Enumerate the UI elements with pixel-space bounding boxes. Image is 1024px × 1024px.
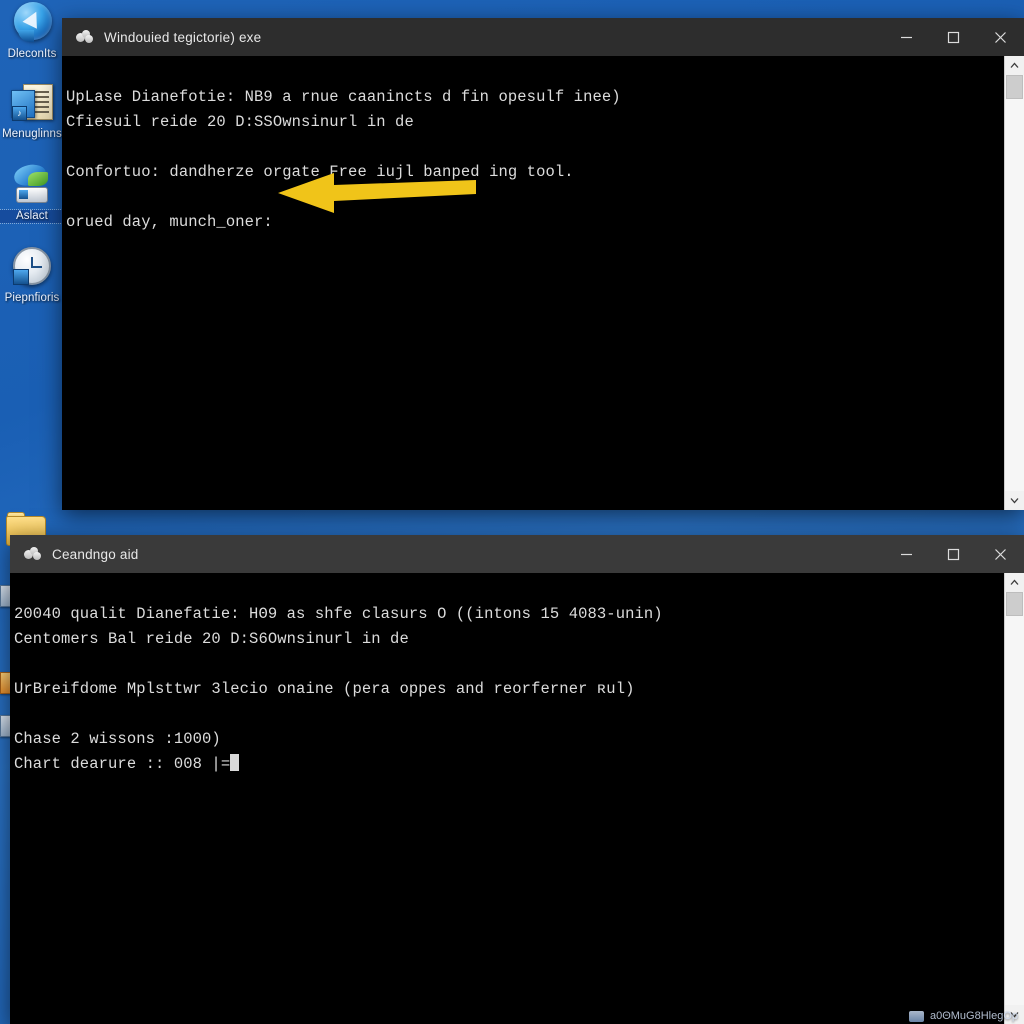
recycle-disc-icon	[8, 2, 56, 46]
desktop-icon-label: Menuglinns	[2, 128, 62, 140]
window1-titlebar[interactable]: Windouied tegictorie) exe	[62, 18, 1024, 56]
console-app-icon	[76, 29, 94, 45]
scrollbar-thumb[interactable]	[1006, 75, 1023, 99]
console-line: Chase 2 wissons :1000)	[14, 730, 221, 748]
watermark-icon	[908, 1010, 924, 1022]
window2-title: Ceandngo aid	[52, 546, 139, 562]
console-app-icon	[24, 546, 42, 562]
window1-console-text: UpLase Dianefotie: NB9 a rnue caanincts …	[66, 60, 1002, 260]
desktop-icon-recycle[interactable]: DleconIts	[0, 2, 64, 61]
desktop-icon-label: Aslact	[0, 209, 65, 224]
desktop: DleconIts ♪ Menuglinns Aslact Piepnfiori…	[0, 0, 1024, 1024]
document-notebook-icon: ♪	[8, 82, 56, 126]
scroll-up-button[interactable]	[1005, 56, 1024, 75]
tool-cleanup-icon	[8, 161, 56, 208]
scrollbar-track[interactable]	[1005, 75, 1024, 491]
desktop-icon-cleanup[interactable]: Aslact	[0, 161, 65, 224]
text-cursor	[230, 754, 240, 771]
console-line: Chart dearure :: 008 |=	[14, 755, 231, 773]
window2-console-text: 20040 qualit Dianefatie: HΘ9 as shfe cla…	[14, 577, 1002, 802]
console-line: 20040 qualit Dianefatie: HΘ9 as shfe cla…	[14, 605, 663, 623]
console-window-1[interactable]: Windouied tegictorie) exe UpLase Dianefo…	[62, 18, 1024, 510]
console-line: orued day, munch_oner:	[66, 213, 273, 231]
watermark-text: a0ΘMuG8HlegOp	[929, 1010, 1018, 1022]
minimize-button[interactable]	[883, 18, 930, 56]
clock-performance-icon	[8, 246, 56, 290]
maximize-button[interactable]	[930, 535, 977, 573]
console-line: Centomers Bal reide 20 D:S6Ownsinurl in …	[14, 630, 409, 648]
scrollbar-track[interactable]	[1005, 592, 1024, 1005]
scrollbar-thumb[interactable]	[1006, 592, 1023, 616]
desktop-icon-performance[interactable]: Piepnfioris	[0, 246, 64, 305]
window1-controls	[883, 18, 1024, 56]
minimize-button[interactable]	[883, 535, 930, 573]
console-line: UpLase Dianefotie: NB9 a rnue caanincts …	[66, 88, 621, 106]
desktop-icon-label: DleconIts	[7, 48, 57, 60]
console-line: UrBreifdome Mplsttwr 3lecio onaine (pera…	[14, 680, 635, 698]
window2-titlebar[interactable]: Ceandngo aid	[10, 535, 1024, 573]
desktop-icon-label: Piepnfioris	[4, 292, 60, 304]
scroll-up-button[interactable]	[1005, 573, 1024, 592]
maximize-button[interactable]	[930, 18, 977, 56]
window2-vertical-scrollbar[interactable]	[1004, 573, 1024, 1024]
window1-title: Windouied tegictorie) exe	[104, 29, 262, 45]
console-line: Cfiesuil reide 20 D:SSOwnsinurl in de	[66, 113, 414, 131]
close-button[interactable]	[977, 535, 1024, 573]
close-button[interactable]	[977, 18, 1024, 56]
desktop-watermark: a0ΘMuG8HlegOp	[908, 1010, 1018, 1022]
desktop-icon-documents[interactable]: ♪ Menuglinns	[0, 82, 64, 141]
window2-console-output[interactable]: 20040 qualit Dianefatie: HΘ9 as shfe cla…	[10, 573, 1024, 1024]
console-window-2[interactable]: Ceandngo aid 20040 qualit Dianefatie: HΘ…	[10, 535, 1024, 1024]
window2-controls	[883, 535, 1024, 573]
window1-vertical-scrollbar[interactable]	[1004, 56, 1024, 510]
window1-console-output[interactable]: UpLase Dianefotie: NB9 a rnue caanincts …	[62, 56, 1024, 510]
console-line: Confortuo: dandherze orgate Free iujl ba…	[66, 163, 574, 181]
scroll-down-button[interactable]	[1005, 491, 1024, 510]
